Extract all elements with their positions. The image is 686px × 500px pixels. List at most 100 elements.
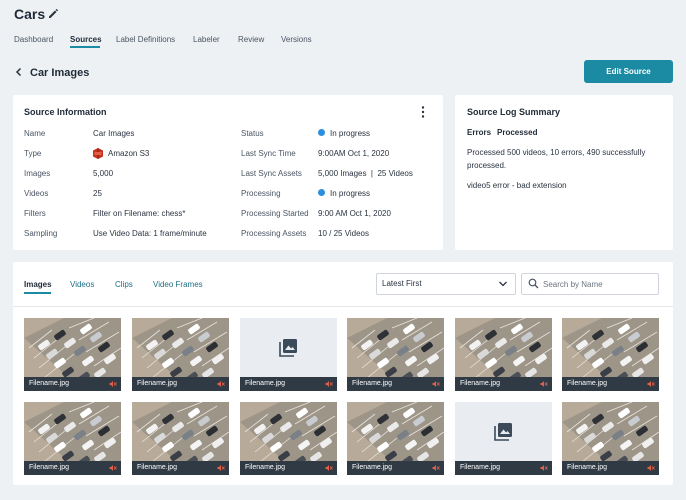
gallery-thumbnail[interactable]: Filename.jpg <box>24 402 121 475</box>
muted-speaker-icon <box>109 465 117 471</box>
gallery-thumbnail[interactable]: Filename.jpg <box>562 318 659 391</box>
tab-review[interactable]: Review <box>238 35 264 44</box>
kebab-icon[interactable] <box>416 105 430 119</box>
log-error: video5 error - bad extension <box>467 181 567 190</box>
muted-speaker-icon <box>540 465 548 471</box>
info-value: 9:00 AM Oct 1, 2020 <box>318 209 391 218</box>
muted-speaker-icon <box>647 465 655 471</box>
gallery-thumbnail[interactable]: Filename.jpg <box>455 318 552 391</box>
muted-speaker-icon <box>109 381 117 387</box>
gallery-thumbnail[interactable]: Filename.jpg <box>132 402 229 475</box>
gallery-thumbnail[interactable]: Filename.jpg <box>347 402 444 475</box>
muted-speaker-icon <box>325 465 333 471</box>
thumbnail-caption: Filename.jpg <box>347 461 444 475</box>
sort-select-value: Latest First <box>382 279 422 288</box>
thumbnail-filename: Filename.jpg <box>29 464 70 471</box>
source-information-title: Source Information <box>24 107 107 117</box>
status-dot <box>318 129 325 136</box>
thumbnail-caption: Filename.jpg <box>132 377 229 391</box>
gallery-thumbnail[interactable]: Filename.jpg <box>132 318 229 391</box>
gallery-thumbnail[interactable]: Filename.jpg <box>240 318 337 391</box>
active-tab-indicator <box>70 46 100 48</box>
thumbnail-filename: Filename.jpg <box>245 380 286 387</box>
muted-speaker-icon <box>217 381 225 387</box>
muted-speaker-icon <box>432 465 440 471</box>
gallery-thumbnail[interactable]: Filename.jpg <box>562 402 659 475</box>
thumbnail-caption: Filename.jpg <box>240 461 337 475</box>
thumbnail-filename: Filename.jpg <box>567 464 608 471</box>
muted-speaker-icon <box>540 381 548 387</box>
info-value: In progress <box>330 189 371 198</box>
chevron-left-icon[interactable] <box>14 67 24 77</box>
thumbnail-caption: Filename.jpg <box>132 461 229 475</box>
source-log-title: Source Log Summary <box>467 107 561 117</box>
tab-label-definitions[interactable]: Label Definitions <box>116 35 175 44</box>
muted-speaker-icon <box>432 381 440 387</box>
thumbnail-caption: Filename.jpg <box>24 377 121 391</box>
log-message: processed. <box>467 161 507 170</box>
tab-versions[interactable]: Versions <box>281 35 312 44</box>
info-label: Last Sync Time <box>241 149 296 158</box>
log-tab-processed[interactable]: Processed <box>497 128 537 137</box>
info-label: Processing Assets <box>241 229 307 238</box>
image-placeholder-icon <box>494 423 512 441</box>
chevron-down-icon <box>499 281 507 287</box>
info-value: Amazon S3 <box>108 149 150 158</box>
thumbnail-filename: Filename.jpg <box>29 380 70 387</box>
divider <box>13 306 673 307</box>
search-icon <box>528 278 539 289</box>
info-label: Type <box>24 149 42 158</box>
thumbnail-caption: Filename.jpg <box>562 461 659 475</box>
info-value: Car Images <box>93 129 135 138</box>
thumbnail-caption: Filename.jpg <box>562 377 659 391</box>
thumbnail-filename: Filename.jpg <box>352 464 393 471</box>
info-label: Last Sync Assets <box>241 169 302 178</box>
tab-dashboard[interactable]: Dashboard <box>14 35 53 44</box>
thumbnail-filename: Filename.jpg <box>460 380 501 387</box>
gallery-tab-clips[interactable]: Clips <box>115 280 133 289</box>
thumbnail-filename: Filename.jpg <box>137 464 178 471</box>
info-value: In progress <box>330 129 371 138</box>
info-value: 25 <box>93 189 102 198</box>
gallery-thumbnail[interactable]: Filename.jpg <box>455 402 552 475</box>
gallery-thumbnail[interactable]: Filename.jpg <box>347 318 444 391</box>
muted-speaker-icon <box>217 465 225 471</box>
muted-speaker-icon <box>647 381 655 387</box>
source-log-card <box>455 95 673 250</box>
log-tab-errors[interactable]: Errors <box>467 128 491 137</box>
gallery-tab-video-frames[interactable]: Video Frames <box>153 280 203 289</box>
gallery-tab-images[interactable]: Images <box>24 280 52 289</box>
muted-speaker-icon <box>325 381 333 387</box>
info-label: Name <box>24 129 46 138</box>
info-value: 9:00AM Oct 1, 2020 <box>318 149 390 158</box>
thumbnail-caption: Filename.jpg <box>455 461 552 475</box>
thumbnail-filename: Filename.jpg <box>460 464 501 471</box>
info-value: Filter on Filename: chess* <box>93 209 186 218</box>
info-label: Videos <box>24 189 49 198</box>
page-title: Car Images <box>30 67 90 79</box>
aws-s3-icon <box>93 148 103 159</box>
gallery-tab-videos[interactable]: Videos <box>70 280 94 289</box>
tab-sources[interactable]: Sources <box>70 35 102 44</box>
thumbnail-caption: Filename.jpg <box>24 461 121 475</box>
info-label: Filters <box>24 209 46 218</box>
gallery-thumbnail[interactable]: Filename.jpg <box>240 402 337 475</box>
tab-labeler[interactable]: Labeler <box>193 35 220 44</box>
info-label: Status <box>241 129 264 138</box>
thumbnail-filename: Filename.jpg <box>137 380 178 387</box>
info-label: Processing Started <box>241 209 309 218</box>
edit-icon[interactable] <box>47 7 59 19</box>
gallery-thumbnail[interactable]: Filename.jpg <box>24 318 121 391</box>
image-placeholder-icon <box>279 339 297 357</box>
info-value: 5,000 Images | 25 Videos <box>318 169 413 178</box>
thumbnail-filename: Filename.jpg <box>245 464 286 471</box>
thumbnail-caption: Filename.jpg <box>455 377 552 391</box>
info-label: Processing <box>241 189 281 198</box>
search-input[interactable] <box>543 276 655 292</box>
status-dot <box>318 189 325 196</box>
edit-source-button[interactable]: Edit Source <box>584 60 673 83</box>
thumbnail-caption: Filename.jpg <box>240 377 337 391</box>
info-value: Use Video Data: 1 frame/minute <box>93 229 207 238</box>
info-label: Sampling <box>24 229 58 238</box>
log-message: Processed 500 videos, 10 errors, 490 suc… <box>467 148 646 157</box>
